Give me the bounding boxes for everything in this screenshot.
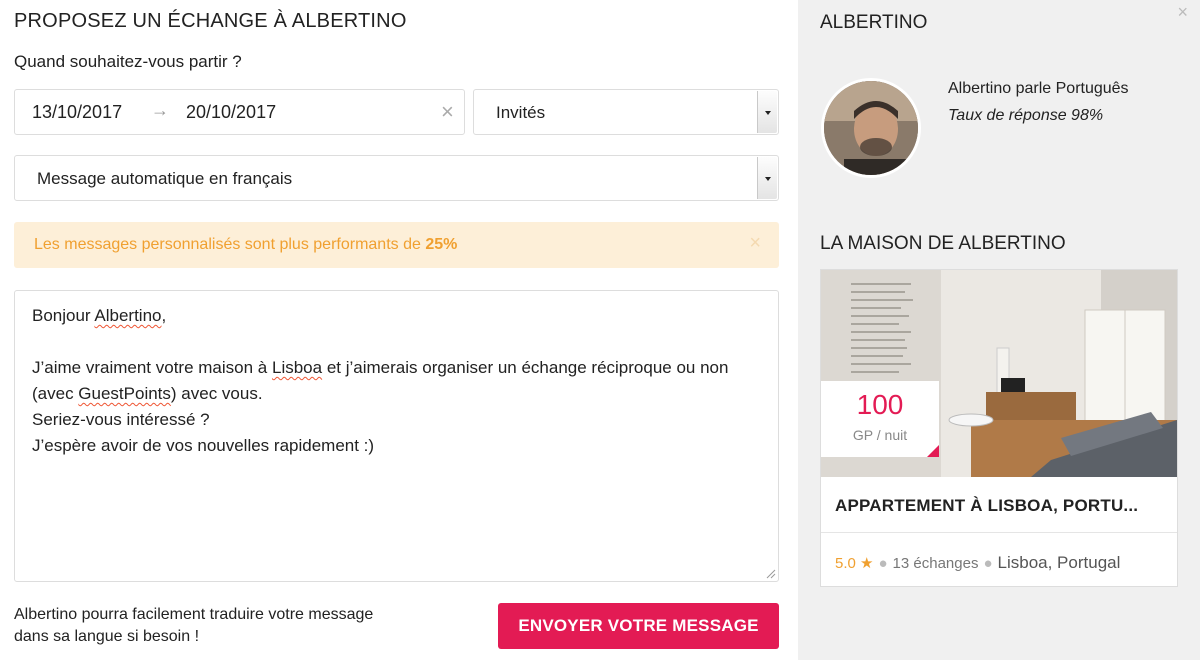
price-badge: 100 GP / nuit (821, 381, 939, 457)
exchange-form-panel: PROPOSEZ UN ÉCHANGE À ALBERTINO Quand so… (0, 0, 798, 660)
message-textarea[interactable]: Bonjour Albertino, J’aime vraiment votre… (14, 290, 779, 582)
date-range-picker[interactable]: 13/10/2017 → 20/10/2017 × (14, 89, 465, 135)
tip-alert: Les messages personnalisés sont plus per… (14, 222, 779, 268)
select-arrow-icon (757, 157, 777, 199)
house-location: Lisboa, Portugal (997, 553, 1121, 572)
date-from[interactable]: 13/10/2017 (32, 102, 122, 123)
house-card[interactable]: 100 GP / nuit APPARTEMENT À LISBOA, PORT… (820, 269, 1178, 587)
guests-select-label: Invités (496, 103, 546, 122)
resize-handle-icon[interactable] (765, 568, 776, 579)
house-title-link[interactable]: APPARTEMENT À LISBOA, PORTU... (835, 496, 1167, 516)
separator-dot: ● (878, 555, 888, 572)
date-to[interactable]: 20/10/2017 (186, 102, 276, 123)
house-exchanges: 13 échanges (892, 555, 979, 572)
translation-note: Albertino pourra facilement traduire vot… (14, 606, 374, 645)
message-greeting: Bonjour Albertino, (32, 306, 167, 325)
message-template-select[interactable]: Message automatique en français (14, 155, 779, 201)
clear-dates-icon[interactable]: × (441, 100, 454, 124)
star-icon: ★ (860, 555, 874, 572)
price-value: 100 (856, 389, 904, 420)
host-response-rate: Taux de réponse 98% (948, 107, 1104, 124)
host-sidebar: × ALBERTINO Albertino parle Português Ta… (798, 0, 1200, 660)
corner-ribbon-icon (927, 445, 939, 457)
card-divider (821, 532, 1177, 533)
avatar (821, 78, 921, 178)
dates-question: Quand souhaitez-vous partir ? (14, 52, 242, 71)
house-rating: 5.0 (835, 555, 856, 572)
separator-dot: ● (983, 555, 993, 572)
house-meta: 5.0 ★ ● 13 échanges ● Lisboa, Portugal (835, 553, 1120, 573)
price-unit: GP / nuit (852, 427, 908, 443)
host-name: ALBERTINO (820, 12, 928, 33)
select-arrow-icon (757, 91, 777, 133)
close-icon[interactable]: × (1177, 2, 1188, 23)
tip-alert-text: Les messages personnalisés sont plus per… (34, 236, 458, 253)
arrow-right-icon: → (151, 100, 169, 120)
message-line-2: Seriez-vous intéressé ? (32, 410, 210, 429)
tip-alert-highlight: 25% (425, 236, 458, 253)
send-message-button[interactable]: ENVOYER VOTRE MESSAGE (498, 603, 779, 649)
house-section-title: LA MAISON DE ALBERTINO (820, 233, 1066, 254)
close-alert-icon[interactable]: × (749, 232, 761, 255)
message-line-1: J’aime vraiment votre maison à Lisboa et… (32, 358, 729, 403)
guests-select[interactable]: Invités (473, 89, 779, 135)
form-title: PROPOSEZ UN ÉCHANGE À ALBERTINO (14, 10, 407, 32)
message-template-label: Message automatique en français (37, 169, 293, 188)
message-line-3: J’espère avoir de vos nouvelles rapideme… (32, 436, 375, 455)
host-language: Albertino parle Português (948, 80, 1129, 97)
